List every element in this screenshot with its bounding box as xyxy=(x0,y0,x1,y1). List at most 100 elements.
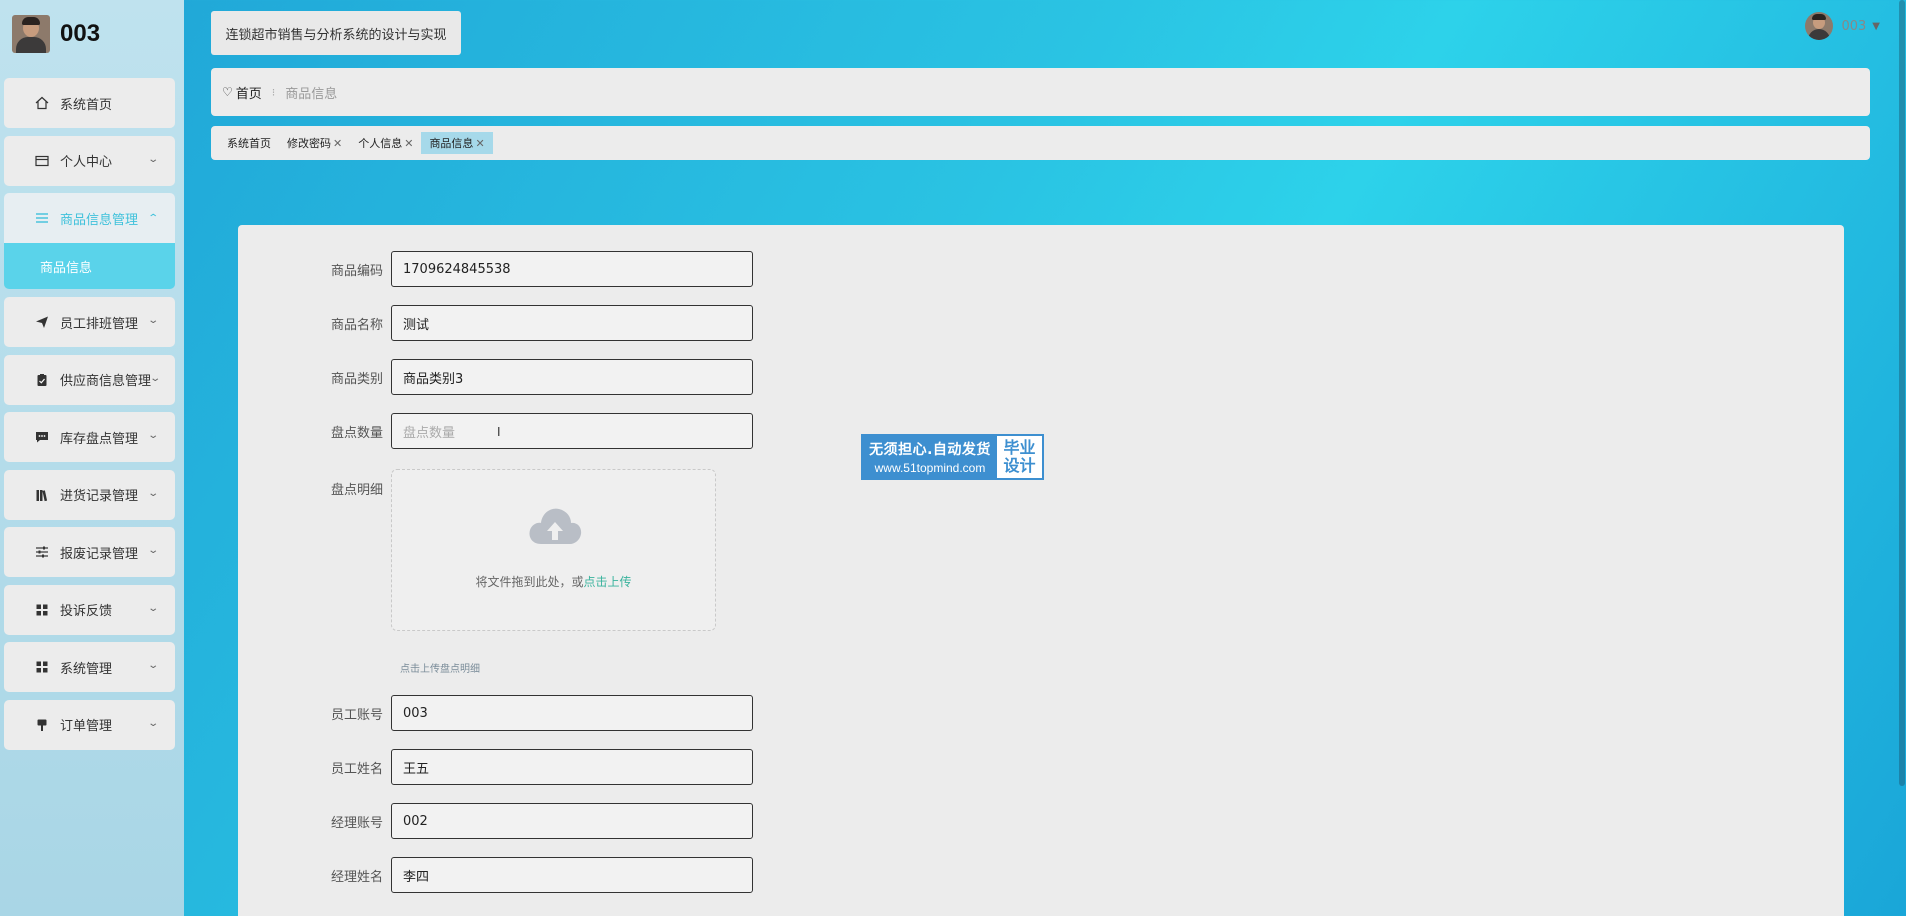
tab-personal-info[interactable]: 个人信息 ✕ xyxy=(350,132,421,154)
product-category-input[interactable]: 商品类别3 xyxy=(391,359,753,395)
field-label: 员工账号 xyxy=(330,707,383,723)
watermark-line2: www.51topmind.com xyxy=(874,461,986,475)
breadcrumb-separator: ⁝ xyxy=(271,85,276,99)
upload-dropzone[interactable]: 将文件拖到此处，或点击上传 xyxy=(391,469,716,631)
field-label: 商品编码 xyxy=(330,263,383,279)
field-employee-account: 员工账号 003 xyxy=(238,695,753,731)
field-employee-name: 员工姓名 王五 xyxy=(238,749,753,785)
sidebar-item-home[interactable]: 系统首页 xyxy=(4,78,175,128)
user-menu[interactable]: 003 ▼ xyxy=(1805,12,1880,40)
sidebar-item-system[interactable]: 系统管理 ⌄ xyxy=(4,642,175,692)
sidebar-item-label: 库存盘点管理 xyxy=(60,431,139,447)
tab-label: 商品信息 xyxy=(429,137,474,150)
sidebar-item-label: 员工排班管理 xyxy=(60,316,139,332)
sidebar-item-label: 进货记录管理 xyxy=(60,489,139,504)
breadcrumb: ♡ 首页 ⁝ 商品信息 xyxy=(211,68,1870,116)
books-icon xyxy=(34,487,50,503)
product-code-input[interactable]: 1709624845538 xyxy=(391,251,753,287)
sidebar-item-label: 商品信息管理 xyxy=(60,212,139,228)
close-icon[interactable]: ✕ xyxy=(475,137,484,150)
field-label: 商品类别 xyxy=(330,371,383,387)
sidebar-item-supplier[interactable]: 供应商信息管理 ⌄ xyxy=(4,354,175,405)
sidebar-item-complaints[interactable]: 投诉反馈 ⌄ xyxy=(4,584,175,635)
product-name-input[interactable]: 测试 xyxy=(391,305,753,341)
field-label: 经理账号 xyxy=(330,815,383,831)
scrollbar-thumb[interactable] xyxy=(1899,0,1905,786)
stock-count-placeholder: 盘点数量 xyxy=(403,425,456,441)
sidebar-item-label: 投诉反馈 xyxy=(60,604,113,619)
sidebar-subitem-product-info[interactable]: 商品信息 xyxy=(4,243,175,289)
brush-icon xyxy=(34,717,50,733)
stock-count-input[interactable]: 盘点数量 I xyxy=(391,413,753,449)
watermark-right1: 毕业 xyxy=(1003,438,1036,457)
breadcrumb-home[interactable]: ♡ 首页 xyxy=(222,83,262,102)
sidebar: 003 系统首页 个人中心 ⌄ 商品信息管理 ⌃ 商品信息 员工排班管理 ⌄ 供… xyxy=(0,0,184,916)
field-product-code: 商品编码 1709624845538 xyxy=(238,251,753,287)
field-product-category: 商品类别 商品类别3 xyxy=(238,359,753,395)
sidebar-item-inventory[interactable]: 库存盘点管理 ⌄ xyxy=(4,412,175,462)
chevron-up-icon: ⌃ xyxy=(146,213,159,224)
close-icon[interactable]: ✕ xyxy=(333,137,342,150)
upload-link[interactable]: 点击上传 xyxy=(584,575,632,589)
field-label: 盘点数量 xyxy=(330,425,383,441)
employee-name-input[interactable]: 王五 xyxy=(391,749,753,785)
heart-icon: ♡ xyxy=(222,85,233,99)
field-stock-count: 盘点数量 盘点数量 I xyxy=(238,413,753,449)
tab-label: 个人信息 xyxy=(358,137,403,150)
send-icon xyxy=(34,314,50,330)
sidebar-item-label: 个人中心 xyxy=(60,155,113,170)
employee-account-input[interactable]: 003 xyxy=(391,695,753,731)
field-stock-detail: 盘点明细 将文件拖到此处，或点击上传 xyxy=(238,469,716,631)
cloud-upload-icon xyxy=(529,508,582,544)
chevron-down-icon: ⌄ xyxy=(146,717,159,729)
watermark-right: 毕业 设计 xyxy=(997,436,1042,478)
field-product-name: 商品名称 测试 xyxy=(238,305,753,341)
field-label: 员工姓名 xyxy=(330,761,383,777)
tab-home[interactable]: 系统首页 xyxy=(219,132,279,154)
user-avatar xyxy=(1805,12,1834,40)
sidebar-item-scrap[interactable]: 报废记录管理 ⌄ xyxy=(4,527,175,577)
close-icon[interactable]: ✕ xyxy=(404,137,413,150)
card-icon xyxy=(34,153,50,169)
sidebar-item-personal-center[interactable]: 个人中心 ⌄ xyxy=(4,135,175,186)
chevron-down-icon: ⌄ xyxy=(146,487,159,499)
tab-change-password[interactable]: 修改密码 ✕ xyxy=(279,132,350,154)
sidebar-item-staff-schedule[interactable]: 员工排班管理 ⌄ xyxy=(4,297,175,347)
manager-account-input[interactable]: 002 xyxy=(391,803,753,839)
chevron-down-icon: ⌄ xyxy=(146,602,159,614)
breadcrumb-home-label: 首页 xyxy=(235,86,262,102)
tab-label: 系统首页 xyxy=(227,137,271,150)
home-icon xyxy=(34,95,50,111)
chevron-down-icon: ⌄ xyxy=(146,430,159,441)
vertical-scrollbar[interactable] xyxy=(1898,0,1906,916)
tab-product-info[interactable]: 商品信息 ✕ xyxy=(421,132,493,154)
sidebar-item-label: 报废记录管理 xyxy=(60,546,139,562)
avatar xyxy=(12,15,50,53)
breadcrumb-current: 商品信息 xyxy=(285,86,338,102)
watermark-right2: 设计 xyxy=(1003,456,1036,475)
system-title-text: 连锁超市销售与分析系统的设计与实现 xyxy=(225,27,447,43)
dropzone-text: 将文件拖到此处，或点击上传 xyxy=(392,573,715,590)
list-icon xyxy=(34,210,50,226)
product-form-panel: 商品编码 1709624845538 商品名称 测试 商品类别 商品类别3 盘点… xyxy=(238,225,1844,916)
sidebar-item-label: 订单管理 xyxy=(60,719,113,734)
sidebar-subitem-label: 商品信息 xyxy=(40,260,93,276)
sidebar-item-product-management[interactable]: 商品信息管理 ⌃ xyxy=(4,193,175,243)
chat-icon xyxy=(34,429,50,445)
sidebar-item-orders[interactable]: 订单管理 ⌄ xyxy=(4,699,175,750)
tab-bar: 系统首页 修改密码 ✕ 个人信息 ✕ 商品信息 ✕ xyxy=(211,126,1870,160)
system-title: 连锁超市销售与分析系统的设计与实现 xyxy=(211,11,461,55)
sidebar-menu: 系统首页 个人中心 ⌄ 商品信息管理 ⌃ 商品信息 员工排班管理 ⌄ 供应商信息… xyxy=(4,78,175,757)
clipboard-icon xyxy=(34,372,50,388)
watermark-left: 无须担心.自动发货 www.51topmind.com xyxy=(863,436,997,478)
brand: 003 xyxy=(12,14,100,54)
chevron-down-icon: ⌄ xyxy=(146,315,159,326)
caret-down-icon: ▼ xyxy=(1872,20,1880,32)
manager-name-input[interactable]: 李四 xyxy=(391,857,753,893)
sidebar-item-label: 系统首页 xyxy=(60,97,113,113)
brand-name: 003 xyxy=(60,20,101,47)
sidebar-item-label: 供应商信息管理 xyxy=(60,374,152,389)
sidebar-item-purchase[interactable]: 进货记录管理 ⌄ xyxy=(4,469,175,520)
upload-hint: 点击上传盘点明细 xyxy=(400,664,480,675)
chevron-down-icon: ⌄ xyxy=(146,545,159,556)
